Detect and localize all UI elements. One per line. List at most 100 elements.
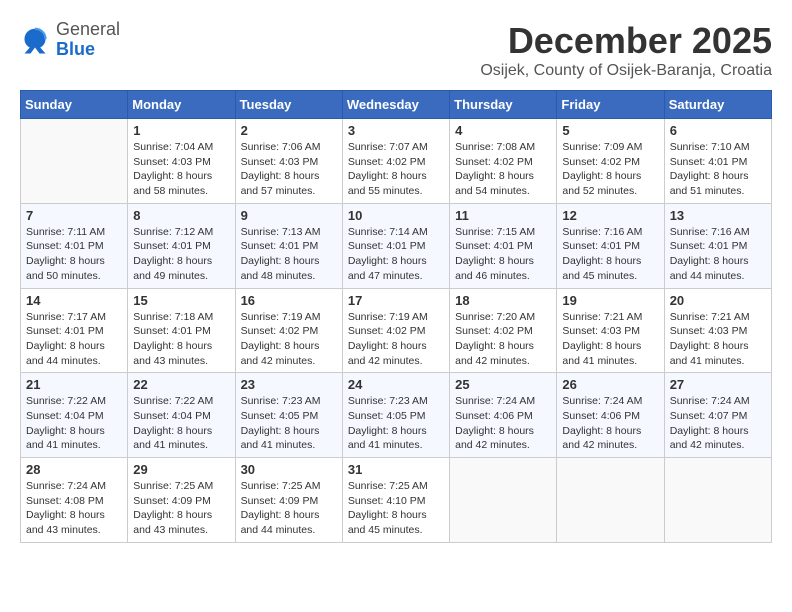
- day-info: Sunrise: 7:04 AMSunset: 4:03 PMDaylight:…: [133, 140, 229, 199]
- day-info: Sunrise: 7:25 AMSunset: 4:09 PMDaylight:…: [133, 479, 229, 538]
- day-number: 10: [348, 208, 444, 223]
- calendar-week-row: 28Sunrise: 7:24 AMSunset: 4:08 PMDayligh…: [21, 458, 772, 543]
- day-info: Sunrise: 7:17 AMSunset: 4:01 PMDaylight:…: [26, 310, 122, 369]
- calendar: SundayMondayTuesdayWednesdayThursdayFrid…: [20, 90, 772, 543]
- day-number: 30: [241, 462, 337, 477]
- day-number: 3: [348, 123, 444, 138]
- day-info: Sunrise: 7:23 AMSunset: 4:05 PMDaylight:…: [241, 394, 337, 453]
- calendar-cell: 20 Sunrise: 7:21 AMSunset: 4:03 PMDayligh…: [664, 288, 771, 373]
- day-number: 5: [562, 123, 658, 138]
- day-number: 21: [26, 377, 122, 392]
- day-number: 14: [26, 293, 122, 308]
- day-info: Sunrise: 7:06 AMSunset: 4:03 PMDaylight:…: [241, 140, 337, 199]
- day-number: 23: [241, 377, 337, 392]
- day-number: 29: [133, 462, 229, 477]
- day-number: 27: [670, 377, 766, 392]
- day-number: 16: [241, 293, 337, 308]
- day-info: Sunrise: 7:22 AMSunset: 4:04 PMDaylight:…: [133, 394, 229, 453]
- calendar-cell: 31 Sunrise: 7:25 AMSunset: 4:10 PMDayligh…: [342, 458, 449, 543]
- day-info: Sunrise: 7:24 AMSunset: 4:07 PMDaylight:…: [670, 394, 766, 453]
- day-info: Sunrise: 7:25 AMSunset: 4:10 PMDaylight:…: [348, 479, 444, 538]
- calendar-cell: 23 Sunrise: 7:23 AMSunset: 4:05 PMDayligh…: [235, 373, 342, 458]
- weekday-header-sunday: Sunday: [21, 91, 128, 119]
- calendar-cell: 19 Sunrise: 7:21 AMSunset: 4:03 PMDayligh…: [557, 288, 664, 373]
- calendar-cell: [21, 119, 128, 204]
- calendar-cell: 8 Sunrise: 7:12 AMSunset: 4:01 PMDaylight…: [128, 203, 235, 288]
- day-number: 31: [348, 462, 444, 477]
- calendar-cell: 26Sunrise: 7:24 AMSunset: 4:06 PMDayligh…: [557, 373, 664, 458]
- day-info: Sunrise: 7:10 AMSunset: 4:01 PMDaylight:…: [670, 140, 766, 199]
- calendar-cell: 10 Sunrise: 7:14 AMSunset: 4:01 PMDayligh…: [342, 203, 449, 288]
- day-number: 4: [455, 123, 551, 138]
- calendar-cell: 21 Sunrise: 7:22 AMSunset: 4:04 PMDayligh…: [21, 373, 128, 458]
- day-number: 15: [133, 293, 229, 308]
- month-title: December 2025: [480, 20, 772, 62]
- day-info: Sunrise: 7:23 AMSunset: 4:05 PMDaylight:…: [348, 394, 444, 453]
- calendar-week-row: 1 Sunrise: 7:04 AMSunset: 4:03 PMDaylight…: [21, 119, 772, 204]
- calendar-cell: 9 Sunrise: 7:13 AMSunset: 4:01 PMDaylight…: [235, 203, 342, 288]
- day-info: Sunrise: 7:24 AMSunset: 4:06 PMDaylight:…: [562, 394, 658, 453]
- weekday-header-wednesday: Wednesday: [342, 91, 449, 119]
- calendar-cell: 6 Sunrise: 7:10 AMSunset: 4:01 PMDaylight…: [664, 119, 771, 204]
- day-number: 20: [670, 293, 766, 308]
- calendar-cell: [664, 458, 771, 543]
- logo: General Blue: [20, 20, 120, 60]
- calendar-cell: 12 Sunrise: 7:16 AMSunset: 4:01 PMDayligh…: [557, 203, 664, 288]
- calendar-cell: 16 Sunrise: 7:19 AMSunset: 4:02 PMDayligh…: [235, 288, 342, 373]
- day-number: 22: [133, 377, 229, 392]
- day-number: 7: [26, 208, 122, 223]
- calendar-cell: 25Sunrise: 7:24 AMSunset: 4:06 PMDayligh…: [450, 373, 557, 458]
- day-number: 12: [562, 208, 658, 223]
- calendar-cell: 4Sunrise: 7:08 AMSunset: 4:02 PMDaylight…: [450, 119, 557, 204]
- day-number: 9: [241, 208, 337, 223]
- day-info: Sunrise: 7:22 AMSunset: 4:04 PMDaylight:…: [26, 394, 122, 453]
- calendar-cell: [557, 458, 664, 543]
- day-number: 25: [455, 377, 551, 392]
- calendar-week-row: 14 Sunrise: 7:17 AMSunset: 4:01 PMDayligh…: [21, 288, 772, 373]
- calendar-cell: 15 Sunrise: 7:18 AMSunset: 4:01 PMDayligh…: [128, 288, 235, 373]
- day-info: Sunrise: 7:18 AMSunset: 4:01 PMDaylight:…: [133, 310, 229, 369]
- day-number: 2: [241, 123, 337, 138]
- day-info: Sunrise: 7:16 AMSunset: 4:01 PMDaylight:…: [562, 225, 658, 284]
- weekday-header-row: SundayMondayTuesdayWednesdayThursdayFrid…: [21, 91, 772, 119]
- calendar-week-row: 7 Sunrise: 7:11 AMSunset: 4:01 PMDaylight…: [21, 203, 772, 288]
- day-number: 1: [133, 123, 229, 138]
- calendar-cell: 2 Sunrise: 7:06 AMSunset: 4:03 PMDaylight…: [235, 119, 342, 204]
- logo-icon: [20, 25, 50, 55]
- day-info: Sunrise: 7:25 AMSunset: 4:09 PMDaylight:…: [241, 479, 337, 538]
- calendar-cell: 11Sunrise: 7:15 AMSunset: 4:01 PMDayligh…: [450, 203, 557, 288]
- day-number: 6: [670, 123, 766, 138]
- day-info: Sunrise: 7:11 AMSunset: 4:01 PMDaylight:…: [26, 225, 122, 284]
- calendar-cell: 7 Sunrise: 7:11 AMSunset: 4:01 PMDaylight…: [21, 203, 128, 288]
- day-number: 18: [455, 293, 551, 308]
- day-info: Sunrise: 7:16 AMSunset: 4:01 PMDaylight:…: [670, 225, 766, 284]
- day-number: 8: [133, 208, 229, 223]
- logo-text: General Blue: [56, 20, 120, 60]
- day-number: 13: [670, 208, 766, 223]
- day-info: Sunrise: 7:19 AMSunset: 4:02 PMDaylight:…: [348, 310, 444, 369]
- day-info: Sunrise: 7:13 AMSunset: 4:01 PMDaylight:…: [241, 225, 337, 284]
- calendar-cell: 22 Sunrise: 7:22 AMSunset: 4:04 PMDayligh…: [128, 373, 235, 458]
- day-number: 19: [562, 293, 658, 308]
- day-number: 24: [348, 377, 444, 392]
- header: General Blue December 2025 Osijek, Count…: [20, 20, 772, 80]
- day-info: Sunrise: 7:19 AMSunset: 4:02 PMDaylight:…: [241, 310, 337, 369]
- day-info: Sunrise: 7:14 AMSunset: 4:01 PMDaylight:…: [348, 225, 444, 284]
- calendar-week-row: 21 Sunrise: 7:22 AMSunset: 4:04 PMDayligh…: [21, 373, 772, 458]
- calendar-cell: 27 Sunrise: 7:24 AMSunset: 4:07 PMDayligh…: [664, 373, 771, 458]
- day-info: Sunrise: 7:15 AMSunset: 4:01 PMDaylight:…: [455, 225, 551, 284]
- day-number: 28: [26, 462, 122, 477]
- calendar-cell: 24 Sunrise: 7:23 AMSunset: 4:05 PMDayligh…: [342, 373, 449, 458]
- calendar-cell: 14 Sunrise: 7:17 AMSunset: 4:01 PMDayligh…: [21, 288, 128, 373]
- day-info: Sunrise: 7:07 AMSunset: 4:02 PMDaylight:…: [348, 140, 444, 199]
- day-info: Sunrise: 7:12 AMSunset: 4:01 PMDaylight:…: [133, 225, 229, 284]
- location-title: Osijek, County of Osijek-Baranja, Croati…: [480, 62, 772, 80]
- calendar-cell: [450, 458, 557, 543]
- weekday-header-monday: Monday: [128, 91, 235, 119]
- calendar-cell: 28Sunrise: 7:24 AMSunset: 4:08 PMDayligh…: [21, 458, 128, 543]
- day-info: Sunrise: 7:21 AMSunset: 4:03 PMDaylight:…: [670, 310, 766, 369]
- title-section: December 2025 Osijek, County of Osijek-B…: [480, 20, 772, 80]
- day-info: Sunrise: 7:21 AMSunset: 4:03 PMDaylight:…: [562, 310, 658, 369]
- day-info: Sunrise: 7:20 AMSunset: 4:02 PMDaylight:…: [455, 310, 551, 369]
- day-info: Sunrise: 7:09 AMSunset: 4:02 PMDaylight:…: [562, 140, 658, 199]
